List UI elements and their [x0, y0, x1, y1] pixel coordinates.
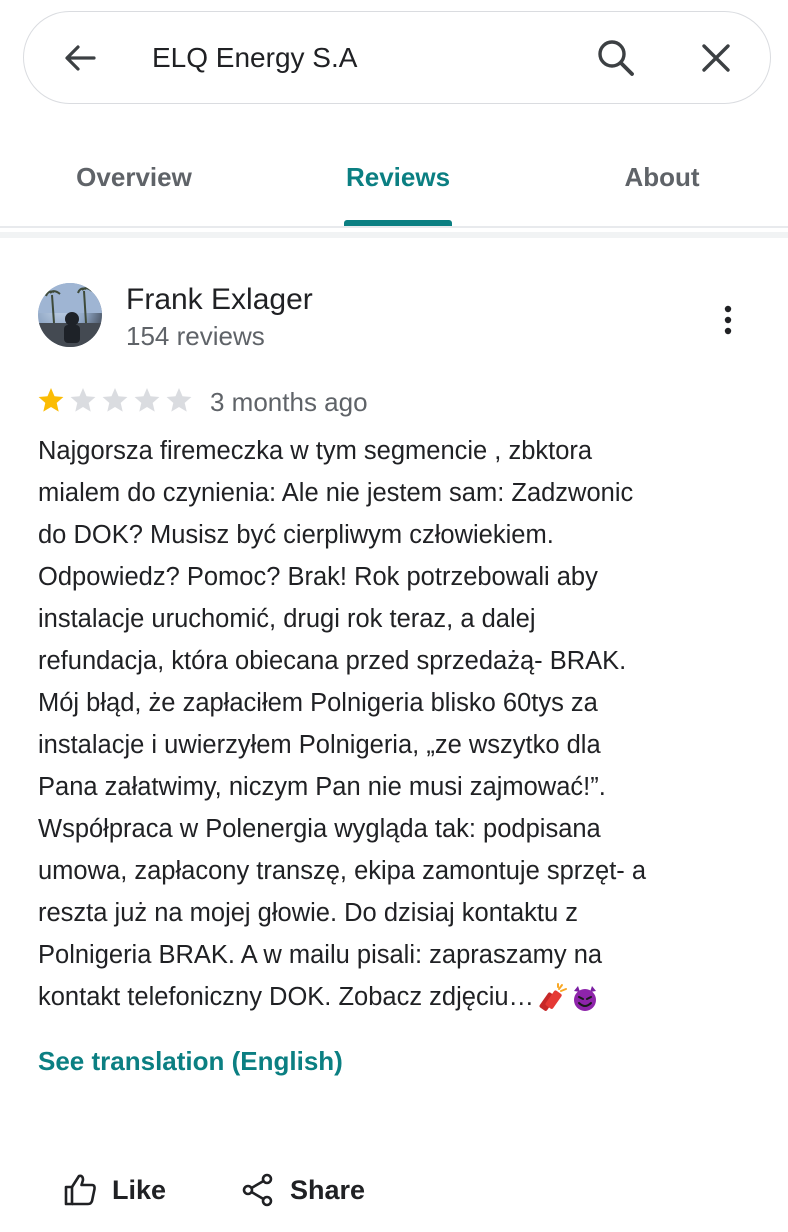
search-bar[interactable]: ELQ Energy S.A — [23, 11, 771, 104]
star-empty-icon — [70, 388, 96, 412]
review-text: Najgorsza firemeczka w tym segmencie , z… — [38, 430, 750, 1018]
firecracker-emoji — [539, 983, 568, 1012]
star-empty-icon — [166, 388, 192, 412]
arrow-back-icon[interactable] — [60, 38, 100, 78]
tab-bar: Overview Reviews About — [0, 140, 788, 228]
see-translation-link[interactable]: See translation (English) — [38, 1046, 343, 1077]
star-empty-icon — [134, 388, 160, 412]
tab-reviews[interactable]: Reviews — [346, 162, 450, 193]
tabs-divider — [0, 226, 788, 228]
star-rating — [37, 386, 193, 416]
share-icon — [242, 1173, 273, 1207]
smiling-devil-emoji — [574, 986, 597, 1012]
star-filled-icon — [38, 388, 64, 412]
more-options-icon[interactable] — [716, 302, 740, 338]
thumbs-up-icon — [64, 1174, 96, 1206]
share-label: Share — [290, 1174, 366, 1205]
tabs-shadow — [0, 232, 788, 238]
search-icon[interactable] — [594, 36, 638, 80]
avatar[interactable] — [38, 283, 102, 347]
review-emojis — [538, 983, 600, 1013]
like-label: Like — [112, 1174, 167, 1205]
close-icon[interactable] — [696, 38, 736, 78]
search-query[interactable]: ELQ Energy S.A — [152, 38, 357, 78]
review-date: 3 months ago — [210, 387, 368, 417]
tab-overview[interactable]: Overview — [76, 162, 192, 193]
review-body: Najgorsza firemeczka w tym segmencie , z… — [38, 437, 647, 1011]
star-empty-icon — [102, 388, 128, 412]
author-review-count: 154 reviews — [126, 321, 265, 351]
like-button[interactable]: Like — [62, 1166, 166, 1214]
tab-about[interactable]: About — [624, 162, 699, 193]
share-button[interactable]: Share — [240, 1166, 365, 1214]
author-name[interactable]: Frank Exlager — [126, 282, 313, 318]
